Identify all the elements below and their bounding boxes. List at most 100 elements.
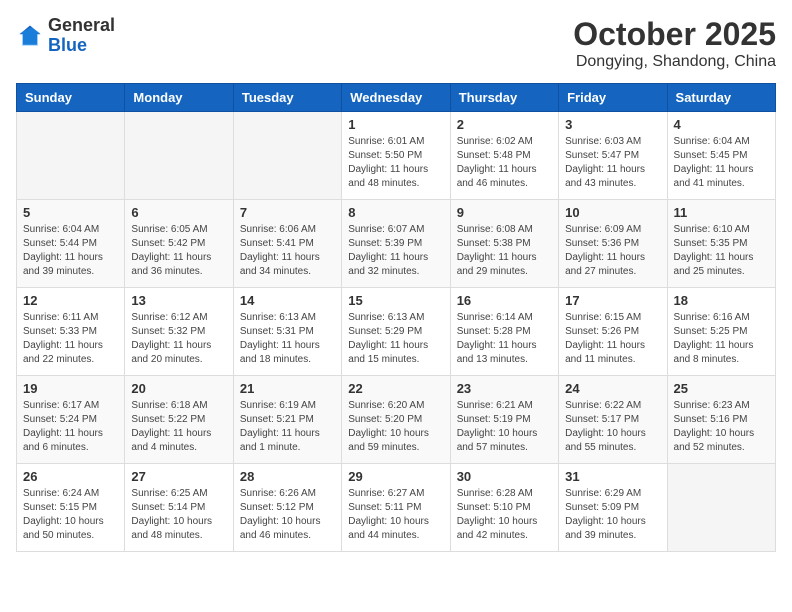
day-number: 24 [565,381,660,396]
day-number: 17 [565,293,660,308]
dow-header-tuesday: Tuesday [233,84,341,112]
calendar-cell: 10 Sunrise: 6:09 AM Sunset: 5:36 PM Dayli… [559,200,667,288]
day-info: Sunrise: 6:27 AM Sunset: 5:11 PM Dayligh… [348,487,443,543]
day-number: 26 [23,469,118,484]
day-info: Sunrise: 6:06 AM Sunset: 5:41 PM Dayligh… [240,223,335,279]
calendar-cell [17,112,125,200]
calendar-cell: 28 Sunrise: 6:26 AM Sunset: 5:12 PM Dayli… [233,464,341,552]
title-block: October 2025 Dongying, Shandong, China [573,16,776,71]
dow-header-sunday: Sunday [17,84,125,112]
calendar-cell: 3 Sunrise: 6:03 AM Sunset: 5:47 PM Daylig… [559,112,667,200]
calendar-cell: 18 Sunrise: 6:16 AM Sunset: 5:25 PM Dayli… [667,288,775,376]
calendar-cell: 30Sunrise: 6:28 AM Sunset: 5:10 PM Dayli… [450,464,558,552]
calendar-cell: 9 Sunrise: 6:08 AM Sunset: 5:38 PM Daylig… [450,200,558,288]
dow-header-saturday: Saturday [667,84,775,112]
day-number: 22 [348,381,443,396]
day-info: Sunrise: 6:15 AM Sunset: 5:26 PM Dayligh… [565,311,660,367]
calendar-cell: 15Sunrise: 6:13 AM Sunset: 5:29 PM Dayli… [342,288,450,376]
page-header: General Blue October 2025 Dongying, Shan… [16,16,776,71]
day-info: Sunrise: 6:29 AM Sunset: 5:09 PM Dayligh… [565,487,660,543]
day-info: Sunrise: 6:25 AM Sunset: 5:14 PM Dayligh… [131,487,226,543]
day-number: 19 [23,381,118,396]
day-info: Sunrise: 6:12 AM Sunset: 5:32 PM Dayligh… [131,311,226,367]
day-number: 12 [23,293,118,308]
calendar-table: SundayMondayTuesdayWednesdayThursdayFrid… [16,83,776,552]
day-number: 18 [674,293,769,308]
day-number: 30 [457,469,552,484]
calendar-cell [233,112,341,200]
day-number: 25 [674,381,769,396]
calendar-cell: 14Sunrise: 6:13 AM Sunset: 5:31 PM Dayli… [233,288,341,376]
location: Dongying, Shandong, China [573,53,776,71]
day-number: 14 [240,293,335,308]
day-number: 9 [457,205,552,220]
calendar-cell: 21Sunrise: 6:19 AM Sunset: 5:21 PM Dayli… [233,376,341,464]
day-info: Sunrise: 6:08 AM Sunset: 5:38 PM Dayligh… [457,223,552,279]
day-number: 13 [131,293,226,308]
day-info: Sunrise: 6:11 AM Sunset: 5:33 PM Dayligh… [23,311,118,367]
day-number: 1 [348,117,443,132]
calendar-cell: 16Sunrise: 6:14 AM Sunset: 5:28 PM Dayli… [450,288,558,376]
calendar-cell: 19 Sunrise: 6:17 AM Sunset: 5:24 PM Dayli… [17,376,125,464]
calendar-cell: 2Sunrise: 6:02 AM Sunset: 5:48 PM Daylig… [450,112,558,200]
week-row-4: 19 Sunrise: 6:17 AM Sunset: 5:24 PM Dayli… [17,376,776,464]
day-info: Sunrise: 6:03 AM Sunset: 5:47 PM Dayligh… [565,135,660,191]
week-row-3: 12 Sunrise: 6:11 AM Sunset: 5:33 PM Dayli… [17,288,776,376]
day-number: 16 [457,293,552,308]
day-number: 31 [565,469,660,484]
day-info: Sunrise: 6:04 AM Sunset: 5:44 PM Dayligh… [23,223,118,279]
calendar-cell: 26Sunrise: 6:24 AM Sunset: 5:15 PM Dayli… [17,464,125,552]
day-info: Sunrise: 6:05 AM Sunset: 5:42 PM Dayligh… [131,223,226,279]
day-info: Sunrise: 6:16 AM Sunset: 5:25 PM Dayligh… [674,311,769,367]
day-number: 23 [457,381,552,396]
day-number: 21 [240,381,335,396]
calendar-cell: 17 Sunrise: 6:15 AM Sunset: 5:26 PM Dayli… [559,288,667,376]
calendar-body: 1 Sunrise: 6:01 AM Sunset: 5:50 PM Daylig… [17,112,776,552]
calendar-cell [125,112,233,200]
calendar-cell: 13 Sunrise: 6:12 AM Sunset: 5:32 PM Dayli… [125,288,233,376]
month-title: October 2025 [573,16,776,53]
logo: General Blue [16,16,115,56]
calendar-cell: 24Sunrise: 6:22 AM Sunset: 5:17 PM Dayli… [559,376,667,464]
calendar-cell: 7 Sunrise: 6:06 AM Sunset: 5:41 PM Daylig… [233,200,341,288]
day-number: 6 [131,205,226,220]
day-info: Sunrise: 6:01 AM Sunset: 5:50 PM Dayligh… [348,135,443,191]
calendar-cell: 29 Sunrise: 6:27 AM Sunset: 5:11 PM Dayli… [342,464,450,552]
day-info: Sunrise: 6:17 AM Sunset: 5:24 PM Dayligh… [23,399,118,455]
calendar-cell [667,464,775,552]
week-row-1: 1 Sunrise: 6:01 AM Sunset: 5:50 PM Daylig… [17,112,776,200]
dow-header-wednesday: Wednesday [342,84,450,112]
dow-header-thursday: Thursday [450,84,558,112]
calendar-cell: 20 Sunrise: 6:18 AM Sunset: 5:22 PM Dayli… [125,376,233,464]
day-info: Sunrise: 6:18 AM Sunset: 5:22 PM Dayligh… [131,399,226,455]
week-row-5: 26Sunrise: 6:24 AM Sunset: 5:15 PM Dayli… [17,464,776,552]
calendar-cell: 12 Sunrise: 6:11 AM Sunset: 5:33 PM Dayli… [17,288,125,376]
logo-blue-text: Blue [48,35,87,55]
calendar-cell: 23 Sunrise: 6:21 AM Sunset: 5:19 PM Dayli… [450,376,558,464]
day-number: 28 [240,469,335,484]
calendar-cell: 8Sunrise: 6:07 AM Sunset: 5:39 PM Daylig… [342,200,450,288]
day-number: 3 [565,117,660,132]
day-info: Sunrise: 6:23 AM Sunset: 5:16 PM Dayligh… [674,399,769,455]
day-number: 11 [674,205,769,220]
day-number: 7 [240,205,335,220]
calendar-cell: 6 Sunrise: 6:05 AM Sunset: 5:42 PM Daylig… [125,200,233,288]
day-info: Sunrise: 6:04 AM Sunset: 5:45 PM Dayligh… [674,135,769,191]
day-info: Sunrise: 6:09 AM Sunset: 5:36 PM Dayligh… [565,223,660,279]
week-row-2: 5Sunrise: 6:04 AM Sunset: 5:44 PM Daylig… [17,200,776,288]
day-number: 20 [131,381,226,396]
logo-general-text: General [48,15,115,35]
day-info: Sunrise: 6:21 AM Sunset: 5:19 PM Dayligh… [457,399,552,455]
calendar-cell: 11 Sunrise: 6:10 AM Sunset: 5:35 PM Dayli… [667,200,775,288]
calendar-cell: 25 Sunrise: 6:23 AM Sunset: 5:16 PM Dayli… [667,376,775,464]
day-info: Sunrise: 6:26 AM Sunset: 5:12 PM Dayligh… [240,487,335,543]
calendar-cell: 27 Sunrise: 6:25 AM Sunset: 5:14 PM Dayli… [125,464,233,552]
day-info: Sunrise: 6:02 AM Sunset: 5:48 PM Dayligh… [457,135,552,191]
day-number: 29 [348,469,443,484]
dow-header-friday: Friday [559,84,667,112]
day-number: 15 [348,293,443,308]
day-info: Sunrise: 6:10 AM Sunset: 5:35 PM Dayligh… [674,223,769,279]
day-number: 4 [674,117,769,132]
day-number: 27 [131,469,226,484]
day-number: 10 [565,205,660,220]
